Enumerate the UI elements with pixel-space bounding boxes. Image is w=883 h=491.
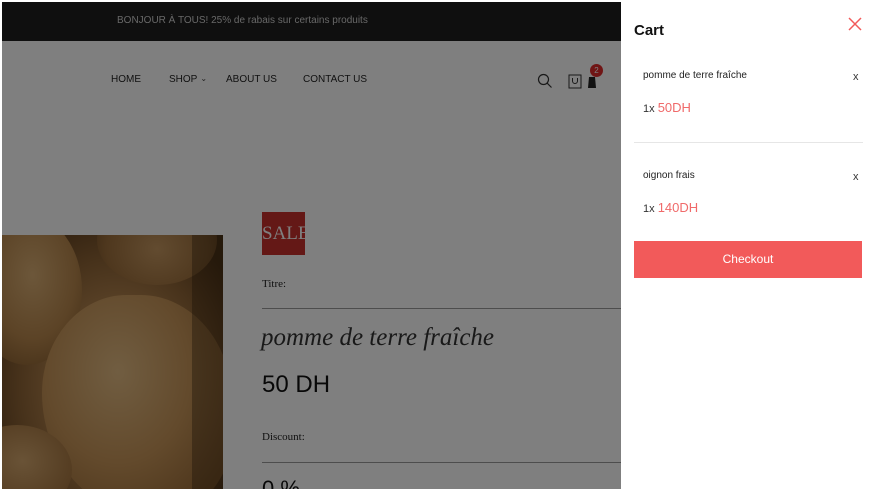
cart-item-quantity-price: 1x 50DH: [643, 100, 691, 115]
checkout-button[interactable]: Checkout: [634, 241, 862, 278]
cart-title: Cart: [634, 22, 665, 39]
cart-item-price: 140DH: [657, 200, 699, 215]
remove-item-button[interactable]: x: [853, 171, 859, 183]
cart-item-qty: 1x: [643, 203, 655, 215]
cart-item-name[interactable]: pomme de terre fraîche: [643, 70, 747, 81]
close-icon[interactable]: [847, 16, 863, 32]
cart-item-name[interactable]: oignon frais: [643, 170, 695, 181]
remove-item-button[interactable]: x: [853, 71, 859, 83]
cart-item-price: 50DH: [657, 100, 691, 115]
cart-item: pomme de terre fraîche x 1x 50DH: [621, 64, 871, 134]
cart-drawer: Cart pomme de terre fraîche x 1x 50DH oi…: [621, 2, 871, 489]
page-overlay[interactable]: [2, 2, 621, 489]
cart-item: oignon frais x 1x 140DH: [621, 164, 871, 234]
browser-viewport: BONJOUR À TOUS! 25% de rabais sur certai…: [2, 2, 871, 489]
cart-item-quantity-price: 1x 140DH: [643, 200, 698, 215]
divider: [634, 142, 863, 143]
cart-item-qty: 1x: [643, 103, 655, 115]
product-page: BONJOUR À TOUS! 25% de rabais sur certai…: [2, 2, 621, 489]
